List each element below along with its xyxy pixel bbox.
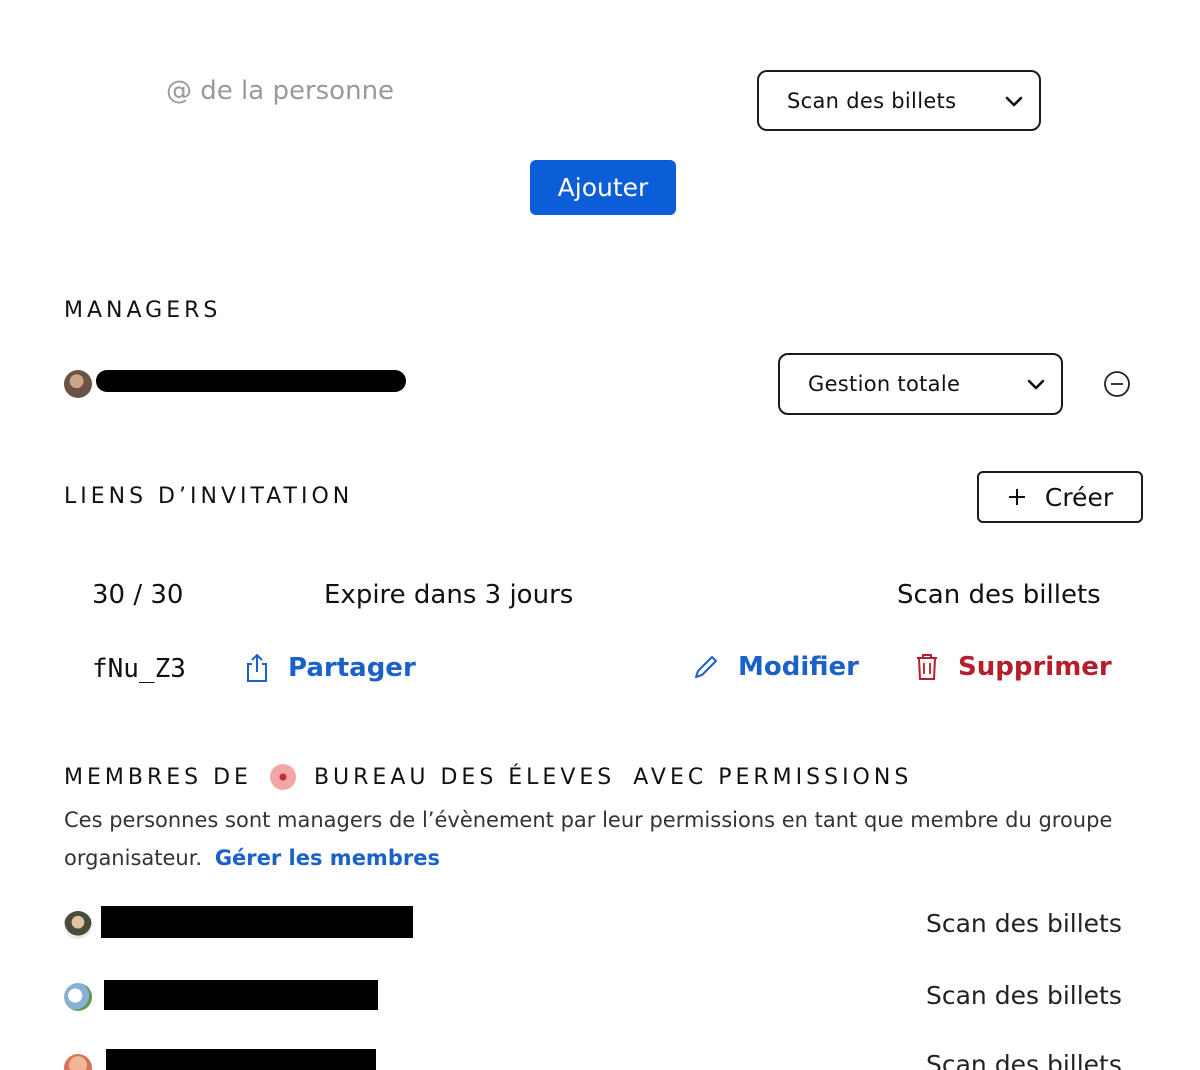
person-search-input[interactable] [150,66,450,116]
role-select-value: Gestion totale [808,372,961,396]
delete-invite-link[interactable]: Supprimer [914,652,1112,682]
members-section-title: MEMBRES DE BUREAU DES ÉLEVES AVEC PERMIS… [64,764,912,790]
members-title-prefix: MEMBRES DE [64,764,252,790]
redacted-name [96,370,406,392]
manager-role-select[interactable]: Gestion totale [778,353,1063,415]
edit-label: Modifier [738,652,859,682]
pencil-icon [695,656,717,678]
remove-manager-button[interactable] [1103,370,1131,398]
group-logo [269,764,296,790]
member-role: Scan des billets [926,909,1122,938]
plus-icon [1008,489,1025,505]
share-label: Partager [288,653,416,683]
group-name: BUREAU DES ÉLEVES [313,764,616,790]
create-invite-button[interactable]: Créer [977,471,1143,523]
add-button-label: Ajouter [557,173,649,202]
redacted-name [104,980,378,1010]
role-select-value: Scan des billets [787,88,957,113]
members-description: Ces personnes sont managers de l’évèneme… [64,801,1144,877]
share-invite-link[interactable]: Partager [244,652,416,684]
avatar [64,983,92,1011]
member-role: Scan des billets [926,1050,1122,1070]
add-button[interactable]: Ajouter [530,160,676,215]
invite-role: Scan des billets [897,580,1101,610]
invites-section-title: LIENS D’INVITATION [64,484,354,509]
invite-usage: 30 / 30 [92,580,184,610]
manager-row [64,370,92,398]
managers-section-title: MANAGERS [64,298,222,323]
remove-circle-icon [1104,371,1130,397]
chevron-down-icon [1003,90,1025,112]
member-role: Scan des billets [926,981,1122,1010]
redacted-name [101,906,413,938]
members-title-suffix: AVEC PERMISSIONS [633,764,913,790]
trash-icon [917,654,937,680]
edit-invite-link[interactable]: Modifier [692,652,859,682]
redacted-name [106,1049,376,1070]
invite-code: fNu_Z3 [92,654,186,684]
avatar [64,370,92,398]
avatar [64,1054,92,1070]
share-icon [247,653,267,682]
create-button-label: Créer [1044,482,1114,512]
manage-members-link[interactable]: Gérer les membres [215,846,440,870]
chevron-down-icon [1025,373,1047,395]
delete-label: Supprimer [958,652,1112,682]
new-person-role-select[interactable]: Scan des billets [757,70,1041,131]
invite-expiry: Expire dans 3 jours [324,580,574,610]
avatar [64,911,92,939]
